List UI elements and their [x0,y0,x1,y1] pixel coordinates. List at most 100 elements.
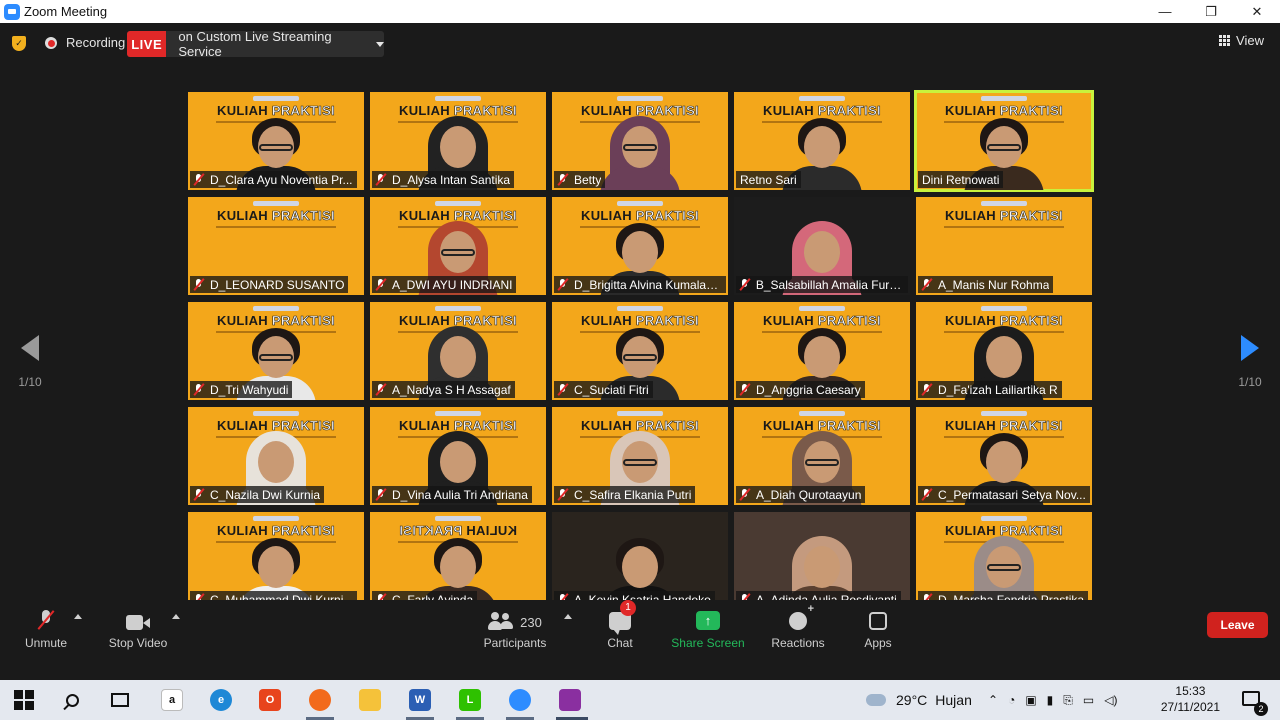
taskbar-file-explorer[interactable] [358,688,382,712]
taskbar-line[interactable]: L [458,688,482,712]
reactions-label: Reactions [771,636,825,650]
taskbar-word[interactable]: W [408,688,432,712]
grid-view-icon [1219,35,1231,46]
participant-tile[interactable]: KULIAH PRAKTISI C_Suciati Fitri [552,302,728,400]
restore-button[interactable]: ❐ [1188,0,1234,23]
participant-tile[interactable]: KULIAH PRAKTISI C_Nazila Dwi Kurnia [188,407,364,505]
unmute-button[interactable]: Unmute [22,608,70,650]
chevron-up-icon[interactable]: ⌃ [988,693,998,707]
microphone-muted-icon [738,486,752,503]
usb-device-icon[interactable]: ⎘ [1063,693,1073,708]
previous-page-button[interactable]: 1/10 [10,335,50,389]
meeting-toolbar: Unmute Stop Video 230 Participants 1 Cha… [0,600,1280,657]
participant-tile[interactable]: A_Kevin Ksatria Handoko [552,512,728,610]
participant-tile[interactable]: KULIAH PRAKTISIC_Muhammad Dwi Kurni... [188,512,364,610]
recording-icon[interactable] [45,37,57,49]
participant-name: A_Manis Nur Rohma [938,277,1050,292]
notification-count-badge: 2 [1254,702,1268,716]
participant-name-tag: C_Permatasari Setya Nov... [918,486,1090,503]
start-button[interactable] [12,688,36,712]
participant-name-tag: D_Fa'izah Lailiartika R [918,381,1062,398]
taskbar-firefox[interactable] [308,688,332,712]
reactions-button[interactable]: Reactions [768,603,828,650]
leave-button[interactable]: Leave [1207,612,1268,638]
view-button[interactable]: View [1219,33,1264,48]
word-icon: W [409,689,431,711]
participant-tile[interactable]: KULIAH PRAKTISI D_Anggria Caesary [734,302,910,400]
participant-tile[interactable]: KULIAH PRAKTISI D_Clara Ayu Noventia Pr..… [188,92,364,190]
participant-tile[interactable]: KULIAH PRAKTISI D_Alysa Intan Santika [370,92,546,190]
participant-name-tag: D_Anggria Caesary [736,381,865,398]
taskbar-clock[interactable]: 15:33 27/11/2021 [1161,683,1220,715]
participant-tile[interactable]: KULIAH PRAKTISI D_LEONARD SUSANTO [188,197,364,295]
participant-name: A_DWI AYU INDRIANI [392,277,513,292]
next-page-button[interactable]: 1/10 [1230,335,1270,389]
participants-count: 230 [520,615,542,630]
close-button[interactable]: ✕ [1234,0,1280,23]
arrow-right-icon [1241,335,1259,361]
participant-tile[interactable]: KULIAH PRAKTISI A_Manis Nur Rohma [916,197,1092,295]
participant-tile[interactable]: KULIAH PRAKTISI D_Brigitta Alvina Kumalas… [552,197,728,295]
system-tray: ⌃ ◔ ▣ ▮ ⎘ ▭ ◁) [988,680,1117,720]
participant-video [592,114,688,190]
participant-name-tag: C_Nazila Dwi Kurnia [190,486,325,503]
participant-tile[interactable]: KULIAH PRAKTISI C_Safira Elkania Putri [552,407,728,505]
live-stream-dropdown[interactable]: LIVE on Custom Live Streaming Service [127,29,384,59]
participant-name: Betty [574,172,602,187]
security-shield-icon[interactable]: ✓ [12,36,26,51]
participant-name: C_Nazila Dwi Kurnia [210,487,321,502]
apps-button[interactable]: Apps [860,608,896,650]
taskbar-zoom[interactable] [508,688,532,712]
participant-tile[interactable]: KULIAH PRAKTISID_Marsha Fendria Prastika [916,512,1092,610]
share-screen-icon: ↑ [696,611,720,630]
participant-tile[interactable]: A_Adinda Aulia Rosdiyanti [734,512,910,610]
line-messenger-icon: L [459,689,481,711]
search-button[interactable] [60,688,84,712]
participant-tile[interactable]: KULIAH PRAKTISI C_Permatasari Setya Nov..… [916,407,1092,505]
page-indicator-left: 1/10 [18,375,42,389]
participant-tile[interactable]: KULIAH PRAKTISI D_Tri Wahyudi [188,302,364,400]
participant-tile[interactable]: B_Salsabillah Amalia Furti... [734,197,910,295]
microphone-muted-icon [192,381,206,398]
apps-icon [869,612,887,630]
window-titlebar: Zoom Meeting — ❐ ✕ [0,0,1280,23]
stop-video-button[interactable]: Stop Video [106,608,170,650]
minimize-button[interactable]: — [1142,0,1188,23]
chat-label: Chat [607,636,633,650]
speaker-icon[interactable]: ◁) [1104,693,1117,707]
participant-tile[interactable]: KULIAH PRAKTISI Retno Sari [734,92,910,190]
participant-tile[interactable]: KULIAH PRAKTISI A_DWI AYU INDRIANI [370,197,546,295]
share-screen-button[interactable]: ↑ Share Screen [670,608,746,650]
taskbar-zoom-meeting[interactable] [558,688,582,712]
weather-widget[interactable]: 29°C Hujan [866,680,972,720]
participant-tile[interactable]: KULIAH PRAKTISIC_Farly Avinda [370,512,546,610]
battery-icon[interactable]: ▭ [1083,693,1094,707]
microphone-icon[interactable]: ▮ [1047,693,1054,707]
participant-tile[interactable]: KULIAH PRAKTISI D_Fa'izah Lailiartika R [916,302,1092,400]
participant-name-tag: C_Suciati Fitri [554,381,653,398]
participant-name: D_Vina Aulia Tri Andriana [392,487,528,502]
microphone-muted-icon [374,276,388,293]
network-icon[interactable]: ◔ [1008,693,1015,707]
microphone-muted-icon [40,610,52,630]
meet-now-icon[interactable]: ▣ [1025,693,1036,707]
participant-tile[interactable]: KULIAH PRAKTISI A_Nadya S H Assagaf [370,302,546,400]
audio-options-caret-icon[interactable] [74,614,82,619]
participant-tile[interactable]: KULIAH PRAKTISI A_Diah Qurotaayun [734,407,910,505]
participant-name: D_LEONARD SUSANTO [210,277,345,292]
video-options-caret-icon[interactable] [172,614,180,619]
weather-description: Hujan [935,692,972,708]
participant-tile[interactable]: KULIAH PRAKTISI D_Vina Aulia Tri Andriana [370,407,546,505]
participants-button[interactable]: 230 Participants [480,608,550,650]
participant-tile[interactable]: KULIAH PRAKTISI Betty [552,92,728,190]
chat-button[interactable]: 1 Chat [600,600,640,650]
task-view-button[interactable] [108,688,132,712]
taskbar-amazon[interactable]: a [160,688,184,712]
taskbar-edge[interactable]: e [209,688,233,712]
edge-browser-icon: e [210,689,232,711]
participant-tile[interactable]: KULIAH PRAKTISI Dini Retnowati [914,90,1094,192]
participants-options-caret-icon[interactable] [564,614,572,619]
recording-label[interactable]: Recording [66,35,125,50]
participant-name-tag: D_Vina Aulia Tri Andriana [372,486,532,503]
taskbar-office[interactable]: O [258,688,282,712]
